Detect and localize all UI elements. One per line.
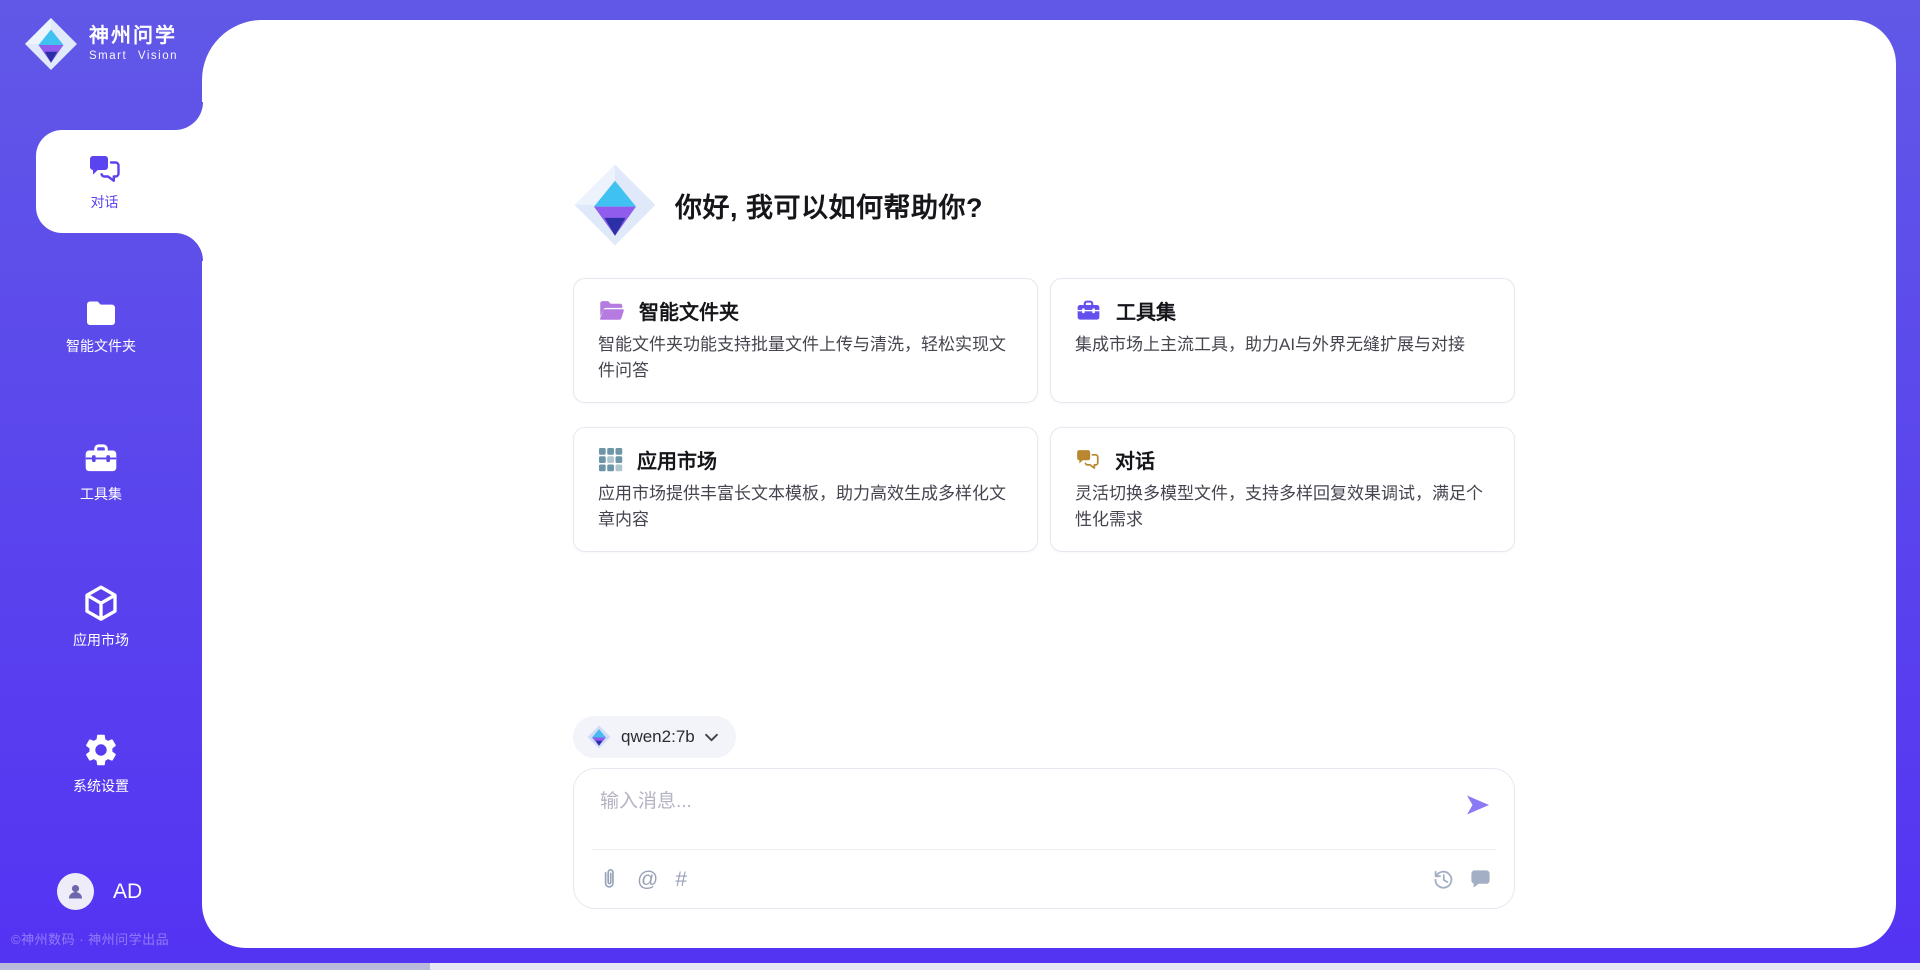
sidebar-item-label: 对话	[91, 192, 119, 212]
tab-fillet-top	[174, 102, 203, 130]
chevron-down-icon	[705, 733, 718, 742]
history-icon[interactable]	[1432, 868, 1455, 891]
user-name: AD	[113, 880, 142, 904]
diamond-logo-icon	[24, 17, 78, 71]
card-description: 智能文件夹功能支持批量文件上传与清洗，轻松实现文件问答	[598, 332, 1013, 383]
avatar[interactable]	[57, 873, 94, 910]
sidebar-item-label: 系统设置	[73, 776, 129, 796]
chat-bubbles-icon	[1075, 447, 1101, 472]
feature-card-app-market[interactable]: 应用市场 应用市场提供丰富长文本模板，助力高效生成多样化文章内容	[573, 427, 1038, 552]
composer: @ #	[573, 768, 1515, 909]
greeting-title: 你好, 我可以如何帮助你?	[675, 186, 983, 225]
feature-card-smart-folder[interactable]: 智能文件夹 智能文件夹功能支持批量文件上传与清洗，轻松实现文件问答	[573, 278, 1038, 403]
chat-filled-icon[interactable]	[1469, 868, 1492, 890]
sidebar-item-label: 工具集	[80, 484, 122, 504]
model-name: qwen2:7b	[621, 727, 695, 747]
user-row: AD	[57, 873, 142, 910]
toolbox-icon	[82, 441, 120, 477]
model-selector[interactable]: qwen2:7b	[573, 716, 736, 758]
cube-icon	[81, 583, 121, 623]
chat-bubbles-icon	[87, 152, 123, 186]
brand: 神州问学 Smart Vision	[24, 17, 178, 71]
toolbox-icon	[1075, 298, 1102, 324]
message-input[interactable]	[574, 769, 1514, 847]
brand-subtitle: Smart Vision	[89, 50, 178, 63]
diamond-logo-icon	[573, 163, 657, 247]
card-description: 应用市场提供丰富长文本模板，助力高效生成多样化文章内容	[598, 481, 1013, 532]
diamond-logo-icon	[587, 725, 611, 749]
brand-name: 神州问学	[89, 25, 178, 47]
card-title: 对话	[1115, 445, 1155, 474]
feature-card-toolset[interactable]: 工具集 集成市场上主流工具，助力AI与外界无缝扩展与对接	[1050, 278, 1515, 403]
main-panel: 你好, 我可以如何帮助你? 智能文件夹 智能文件夹功能支持批量文件上传与清洗，轻…	[202, 20, 1896, 948]
card-description: 灵活切换多模型文件，支持多样回复效果调试，满足个性化需求	[1075, 481, 1490, 532]
sidebar-item-label: 智能文件夹	[66, 336, 136, 356]
sidebar-item-smart-folder[interactable]: 智能文件夹	[0, 297, 202, 356]
sidebar-item-label: 应用市场	[73, 630, 129, 650]
send-icon[interactable]	[1464, 791, 1492, 819]
at-sign-icon[interactable]: @	[637, 869, 658, 890]
composer-divider	[592, 849, 1496, 850]
tab-fillet-bottom	[174, 233, 203, 261]
sidebar-item-settings[interactable]: 系统设置	[0, 731, 202, 796]
app: 神州问学 Smart Vision 对话 智能文件夹	[0, 0, 1920, 970]
card-title: 应用市场	[637, 445, 717, 474]
hero: 你好, 我可以如何帮助你?	[573, 163, 983, 247]
card-title: 工具集	[1116, 296, 1176, 325]
horizontal-scrollbar-thumb[interactable]	[0, 963, 430, 970]
gear-icon	[82, 731, 120, 769]
paperclip-icon[interactable]	[598, 867, 620, 891]
feature-cards: 智能文件夹 智能文件夹功能支持批量文件上传与清洗，轻松实现文件问答	[573, 278, 1515, 552]
folder-icon	[83, 297, 119, 329]
folder-open-icon	[598, 299, 625, 323]
card-description: 集成市场上主流工具，助力AI与外界无缝扩展与对接	[1075, 332, 1490, 358]
horizontal-scrollbar	[0, 963, 1920, 970]
sidebar-item-app-market[interactable]: 应用市场	[0, 583, 202, 650]
card-title: 智能文件夹	[639, 296, 739, 325]
feature-card-chat[interactable]: 对话 灵活切换多模型文件，支持多样回复效果调试，满足个性化需求	[1050, 427, 1515, 552]
hashtag-icon[interactable]: #	[675, 869, 687, 890]
person-icon	[65, 881, 86, 902]
grid-icon	[598, 447, 623, 472]
sidebar-item-toolset[interactable]: 工具集	[0, 441, 202, 504]
copyright: ©神州数码 · 神州问学出品	[11, 929, 169, 948]
sidebar-item-chat[interactable]: 对话	[36, 130, 203, 233]
